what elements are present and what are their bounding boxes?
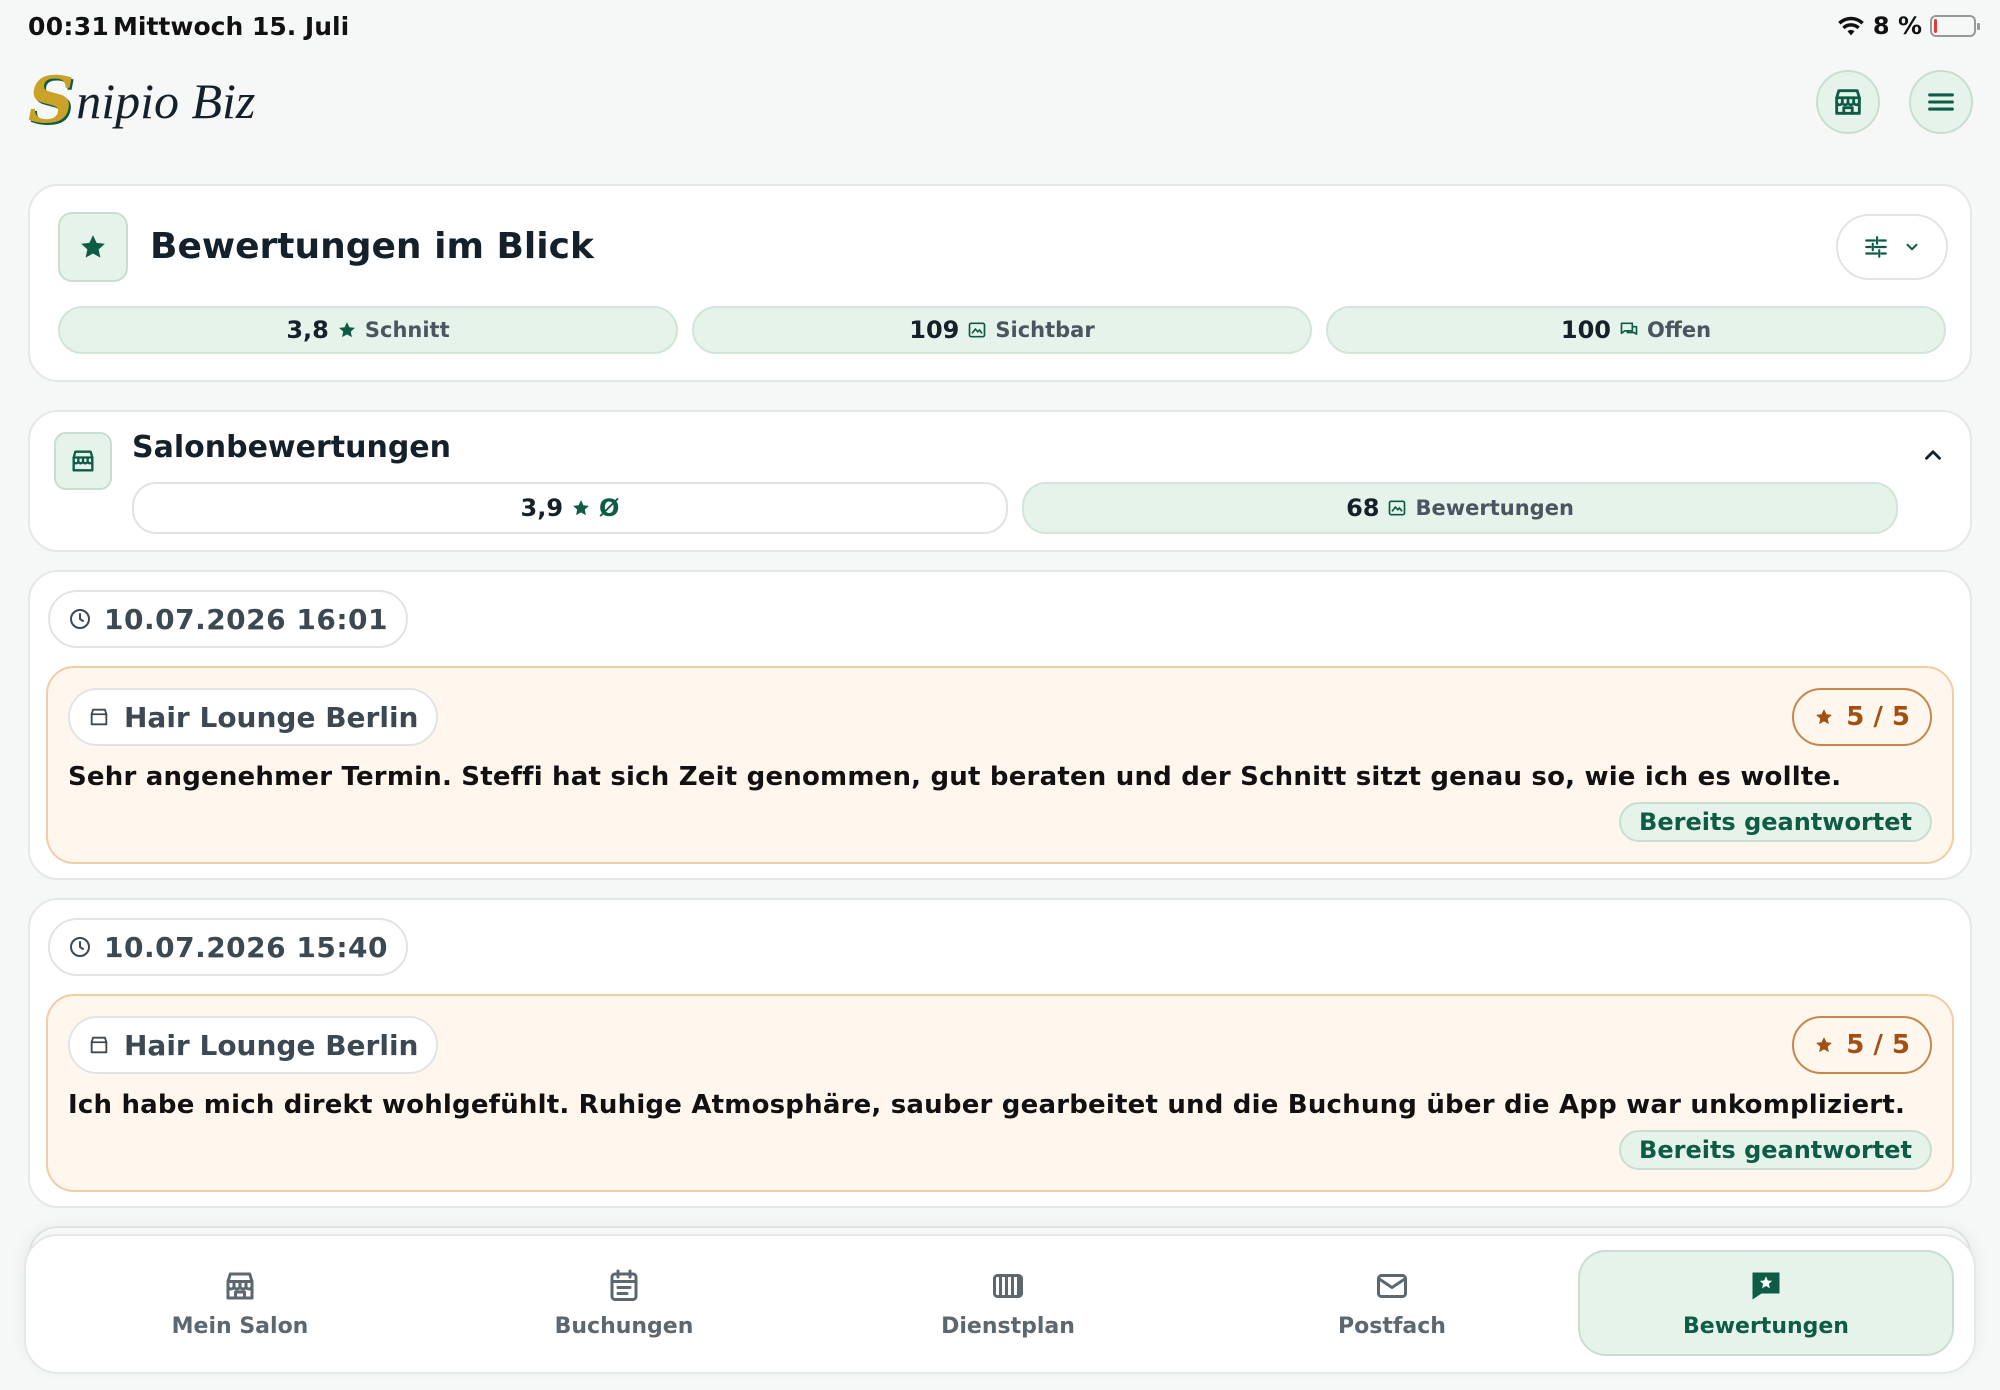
salon-ratings-card[interactable]: Salonbewertungen 3,9 Ø 68 Bewertungen: [28, 410, 1972, 552]
battery-percent: 8 %: [1872, 12, 1922, 40]
status-date: Mittwoch 15. Juli: [113, 12, 350, 41]
clock-icon: [70, 937, 90, 957]
image-review-icon: [1389, 500, 1406, 516]
review-card: 10.07.2026 15:40 Hair Lounge Berlin 5 / …: [28, 898, 1972, 1208]
overview-icon-box: [58, 212, 128, 282]
stat-average: 3,8 Schnitt: [58, 306, 678, 354]
status-indicators: 8 %: [1837, 12, 1980, 40]
review-date-pill: 10.07.2026 15:40: [48, 918, 409, 976]
nav-label: Mein Salon: [171, 1313, 309, 1339]
wifi-icon: [1838, 16, 1864, 36]
store-icon: [226, 1272, 254, 1299]
review-icon: [1752, 1272, 1780, 1299]
nav-postfach[interactable]: Postfach: [1204, 1250, 1580, 1356]
review-rating: 5 / 5: [1846, 1030, 1910, 1060]
store-icon: [90, 708, 108, 726]
star-icon: [338, 322, 355, 338]
star-icon: [1816, 709, 1833, 725]
overview-title: Bewertungen im Blick: [150, 226, 594, 267]
review-rating-pill: 5 / 5: [1792, 1016, 1932, 1074]
chevron-up-icon[interactable]: [1920, 442, 1946, 468]
logo-text: nipio Biz: [76, 73, 256, 129]
salon-section-title: Salonbewertungen: [132, 430, 452, 465]
logo-initial: S: [28, 63, 75, 138]
mail-icon: [1377, 1273, 1407, 1298]
stat-visible: 109 Sichtbar: [692, 306, 1312, 354]
review-salon-pill: Hair Lounge Berlin: [68, 688, 439, 746]
store-icon: [90, 1036, 108, 1054]
star-icon: [1816, 1037, 1833, 1053]
salon-count-value: 68: [1346, 494, 1380, 522]
nav-label: Bewertungen: [1683, 1313, 1849, 1339]
chat-icon: [1620, 322, 1638, 335]
app-logo: S nipio Biz: [28, 66, 255, 136]
stat-visible-label: Sichtbar: [995, 318, 1095, 342]
store-icon: [1835, 89, 1861, 115]
menu-button[interactable]: [1909, 70, 1973, 134]
salon-count-pill: 68 Bewertungen: [1022, 482, 1898, 534]
review-rating-pill: 5 / 5: [1792, 688, 1932, 746]
star-icon: [81, 235, 105, 258]
stat-average-label: Schnitt: [364, 318, 450, 342]
battery-icon: [1930, 15, 1980, 37]
store-switch-button[interactable]: [1816, 70, 1880, 134]
review-text: Sehr angenehmer Termin. Steffi hat sich …: [68, 762, 1842, 792]
sliders-icon: [1865, 236, 1887, 258]
answered-badge: Bereits geantwortet: [1619, 1130, 1932, 1170]
review-content[interactable]: Hair Lounge Berlin 5 / 5 Sehr angenehmer…: [46, 666, 1954, 864]
review-datetime: 10.07.2026 15:40: [104, 930, 389, 964]
review-salon-name: Hair Lounge Berlin: [124, 700, 419, 734]
nav-label: Dienstplan: [941, 1313, 1075, 1339]
review-date-pill: 10.07.2026 16:01: [48, 590, 409, 648]
answered-badge: Bereits geantwortet: [1619, 802, 1932, 842]
stat-open: 100 Offen: [1326, 306, 1946, 354]
salon-average-symbol: Ø: [599, 494, 620, 522]
bottom-navigation: Mein Salon Buchungen Dienstplan Postfach…: [24, 1234, 1976, 1374]
review-text: Ich habe mich direkt wohlgefühlt. Ruhige…: [68, 1090, 1906, 1120]
nav-bewertungen[interactable]: Bewertungen: [1578, 1250, 1954, 1356]
status-time: 00:31: [28, 12, 110, 41]
stat-average-value: 3,8: [286, 316, 329, 344]
calendar-icon: [610, 1269, 638, 1301]
review-salon-name: Hair Lounge Berlin: [124, 1028, 419, 1062]
image-review-icon: [969, 322, 986, 338]
store-icon: [72, 450, 94, 472]
nav-mein-salon[interactable]: Mein Salon: [52, 1250, 428, 1356]
salon-icon-box: [54, 432, 112, 490]
battery-level: [1934, 19, 1937, 33]
salon-average-value: 3,9: [520, 494, 564, 522]
stat-visible-value: 109: [909, 316, 960, 344]
stat-open-label: Offen: [1647, 318, 1712, 342]
nav-label: Buchungen: [554, 1313, 694, 1339]
clock-icon: [70, 609, 90, 629]
filter-button[interactable]: [1836, 214, 1948, 280]
review-content[interactable]: Hair Lounge Berlin 5 / 5 Ich habe mich d…: [46, 994, 1954, 1192]
review-datetime: 10.07.2026 16:01: [104, 602, 389, 636]
nav-label: Postfach: [1338, 1313, 1446, 1339]
stat-open-value: 100: [1560, 316, 1612, 344]
review-salon-pill: Hair Lounge Berlin: [68, 1016, 439, 1074]
chevron-down-icon: [1906, 243, 1918, 251]
salon-average-pill: 3,9 Ø: [132, 482, 1008, 534]
review-card: 10.07.2026 16:01 Hair Lounge Berlin 5 / …: [28, 570, 1972, 880]
star-icon: [573, 500, 589, 516]
salon-count-label: Bewertungen: [1415, 496, 1574, 520]
menu-icon: [1928, 93, 1954, 111]
nav-buchungen[interactable]: Buchungen: [436, 1250, 812, 1356]
schedule-icon: [993, 1273, 1023, 1298]
overview-card: Bewertungen im Blick 3,8 Schnitt 109 Sic…: [28, 184, 1972, 382]
nav-dienstplan[interactable]: Dienstplan: [820, 1250, 1196, 1356]
review-rating: 5 / 5: [1846, 702, 1910, 732]
